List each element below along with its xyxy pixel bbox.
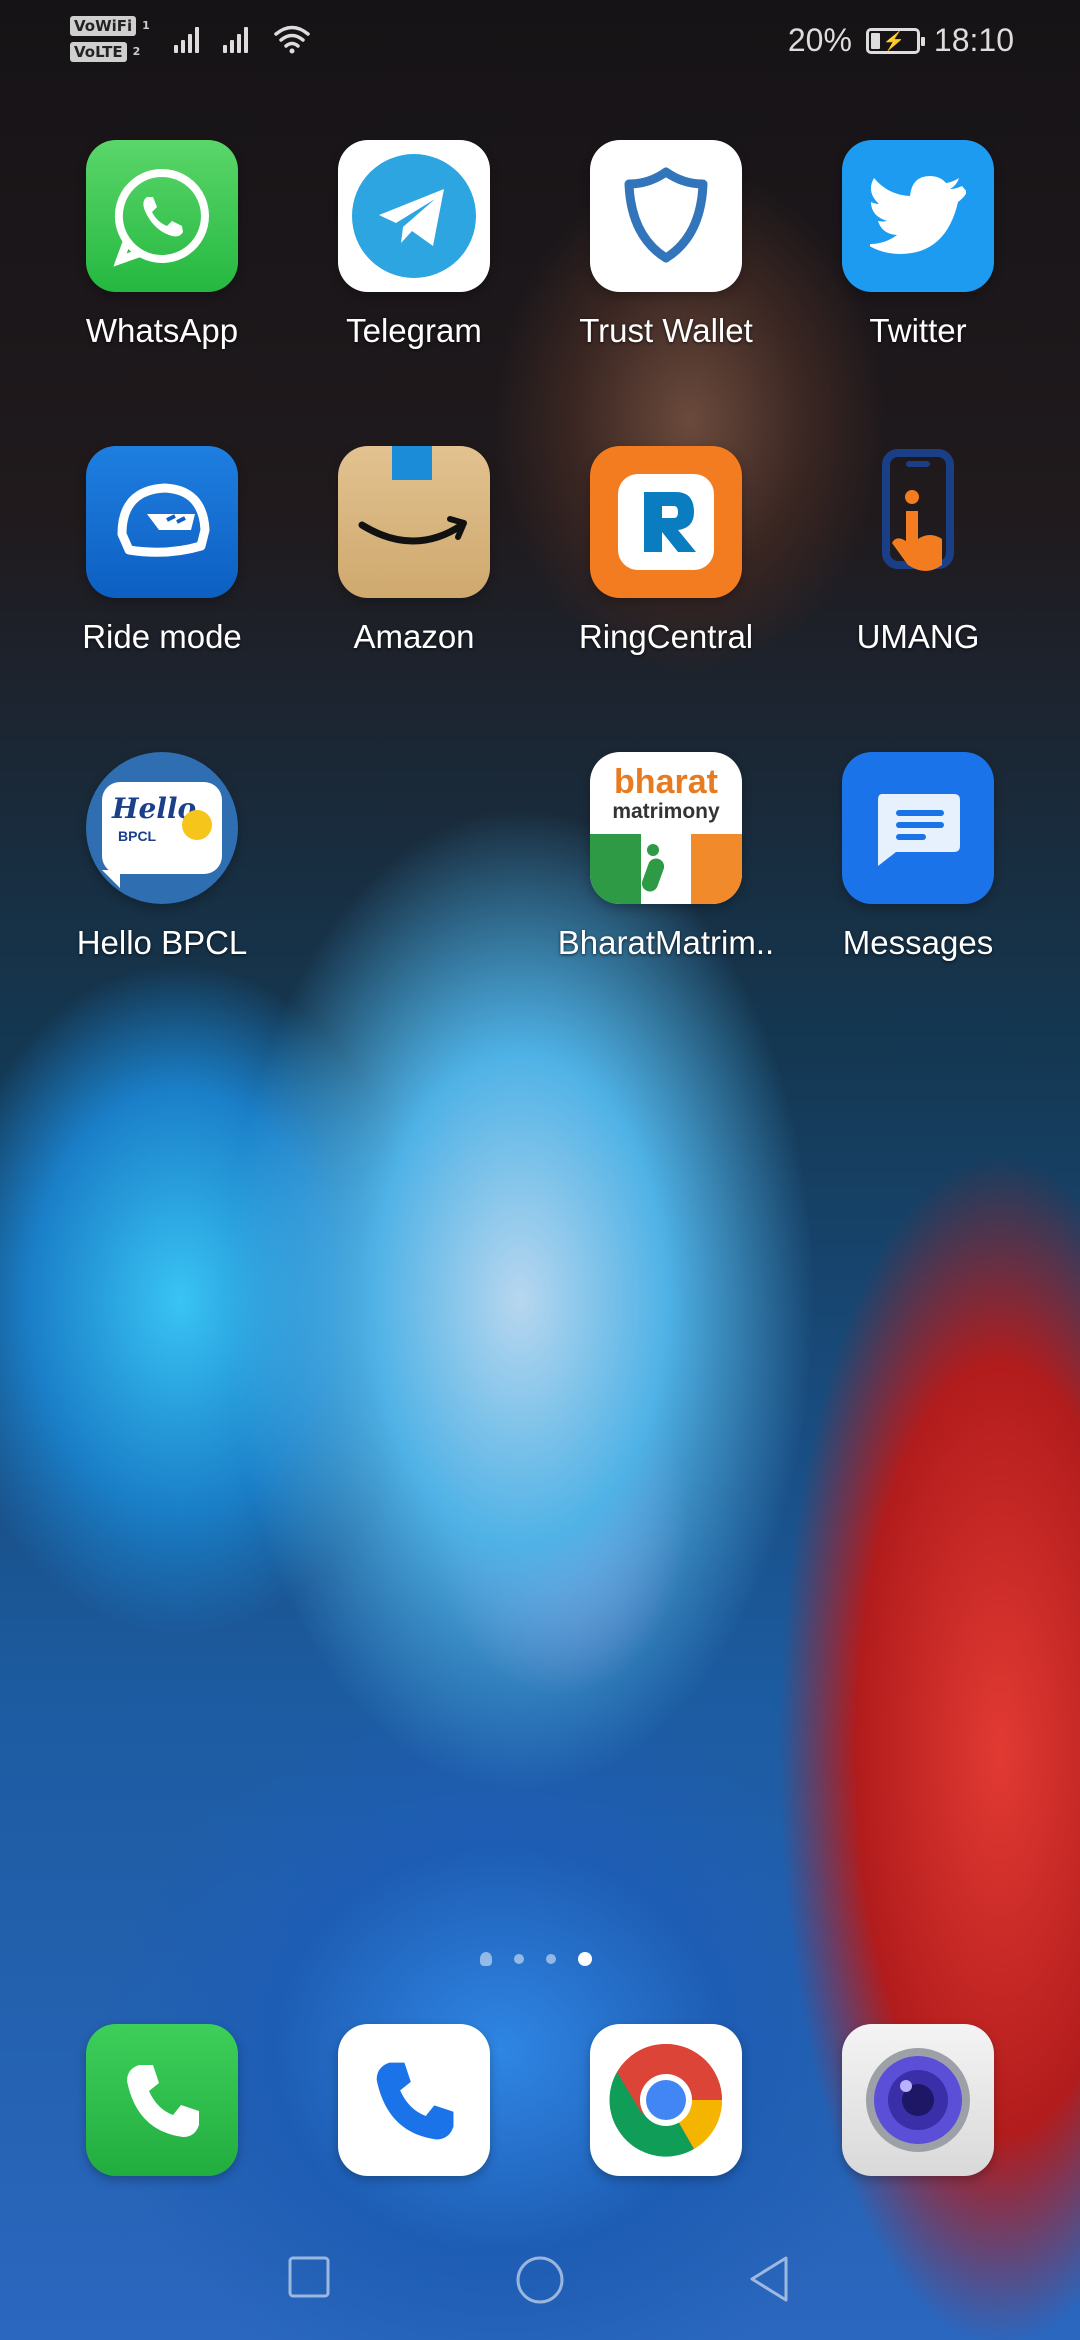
app-trust-wallet[interactable]: Trust Wallet (546, 140, 786, 350)
page-indicator[interactable] (480, 1952, 592, 1966)
bharat-matrimony-icon: bharat matrimony (590, 752, 742, 904)
page-dot-active[interactable] (578, 1952, 592, 1966)
app-ride-mode[interactable]: Ride mode (42, 446, 282, 656)
ride-mode-icon (86, 446, 238, 598)
dock-phone[interactable] (86, 2024, 238, 2176)
app-label: UMANG (856, 618, 980, 655)
dock-dialer[interactable] (338, 2024, 490, 2176)
app-label: Hello BPCL (76, 924, 248, 961)
dialer-icon (338, 2024, 490, 2176)
app-label: Messages (842, 924, 994, 961)
app-label: RingCentral (578, 618, 754, 655)
back-button[interactable] (746, 2254, 792, 2304)
phone-icon (86, 2024, 238, 2176)
app-bharat-matrimony[interactable]: bharat matrimony BharatMatrim.. (546, 752, 786, 962)
recents-button[interactable] (286, 2254, 332, 2300)
whatsapp-icon (86, 140, 238, 292)
status-bar: VoWiFi 1 VoLTE 2 20% ⚡ 18:10 (0, 0, 1080, 90)
battery-icon: ⚡ (865, 27, 925, 54)
app-umang[interactable]: UMANG (798, 446, 1038, 656)
app-label: BharatMatrim.. (557, 924, 775, 961)
app-amazon[interactable]: Amazon (294, 446, 534, 656)
network-indicators: VoWiFi 1 VoLTE 2 (70, 16, 310, 62)
twitter-icon (842, 140, 994, 292)
volte-badge: VoLTE 2 (70, 42, 150, 62)
hello-bpcl-icon: Hello BPCL (86, 752, 238, 904)
messages-icon (842, 752, 994, 904)
telegram-icon (338, 140, 490, 292)
app-label: Amazon (353, 618, 475, 655)
wallpaper (0, 0, 1080, 2340)
app-label: WhatsApp (85, 312, 239, 349)
app-hello-bpcl[interactable]: Hello BPCL Hello BPCL (42, 752, 282, 962)
trust-wallet-icon (590, 140, 742, 292)
app-label: Ride mode (82, 618, 242, 655)
ringcentral-icon (590, 446, 742, 598)
signal-icon-sim1 (173, 25, 199, 53)
app-label: Telegram (346, 312, 482, 349)
amazon-icon (338, 446, 490, 598)
dock-chrome[interactable] (590, 2024, 742, 2176)
app-label: Trust Wallet (579, 312, 753, 349)
navigation-bar (0, 2230, 1080, 2330)
app-ringcentral[interactable]: RingCentral (546, 446, 786, 656)
page-dot-feed[interactable] (480, 1952, 492, 1966)
page-dot[interactable] (546, 1954, 556, 1964)
home-button[interactable] (514, 2254, 566, 2306)
app-messages[interactable]: Messages (798, 752, 1038, 962)
page-dot[interactable] (514, 1954, 524, 1964)
vowifi-badge: VoWiFi 1 (70, 16, 150, 36)
battery-percent: 20% (787, 22, 852, 58)
signal-icon-sim2 (222, 25, 248, 53)
app-telegram[interactable]: Telegram (294, 140, 534, 350)
chrome-icon (590, 2024, 742, 2176)
clock: 18:10 (933, 22, 1014, 58)
wifi-icon (274, 25, 310, 54)
camera-icon (842, 2024, 994, 2176)
umang-icon (842, 446, 994, 598)
app-twitter[interactable]: Twitter (798, 140, 1038, 350)
app-whatsapp[interactable]: WhatsApp (42, 140, 282, 350)
app-label: Twitter (869, 312, 967, 349)
dock-camera[interactable] (842, 2024, 994, 2176)
